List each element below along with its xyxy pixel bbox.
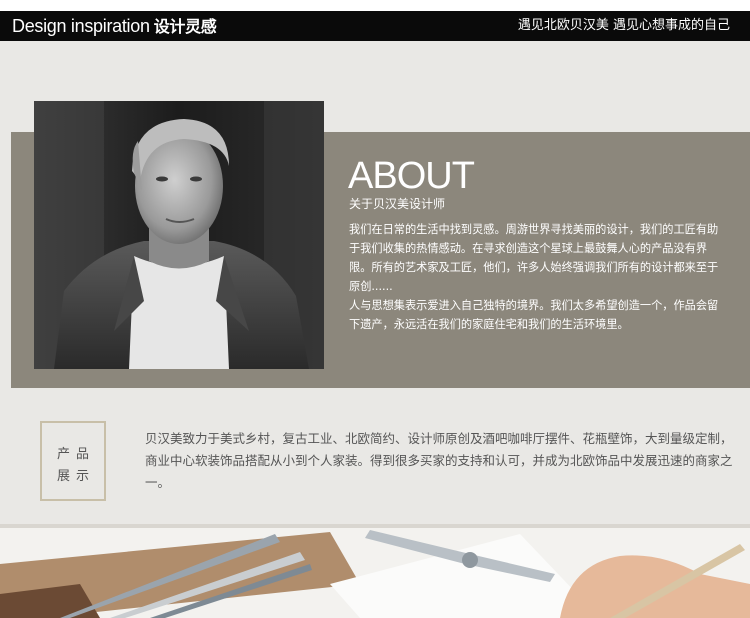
- page: Design inspiration 设计灵感 遇见北欧贝汉美 遇见心想事成的自己: [0, 0, 750, 618]
- header-title-cn: 设计灵感: [153, 17, 217, 36]
- product-label-line-2: 展示: [56, 469, 95, 484]
- header-slogan: 遇见北欧贝汉美 遇见心想事成的自己: [517, 18, 730, 33]
- header-bar: Design inspiration 设计灵感 遇见北欧贝汉美 遇见心想事成的自己: [0, 11, 750, 41]
- header-title-en: Design inspiration: [12, 16, 150, 36]
- about-heading: ABOUT: [348, 155, 475, 197]
- about-subtitle: 关于贝汉美设计师: [349, 197, 446, 211]
- bottom-banner-photo: [0, 524, 750, 618]
- header-title: Design inspiration 设计灵感: [12, 15, 217, 38]
- product-display-label-box: 产品 展示: [40, 421, 106, 501]
- product-label-line-1: 产品: [56, 447, 95, 462]
- product-description: 贝汉美致力于美式乡村，复古工业、北欧简约、设计师原创及酒吧咖啡厅摆件、花瓶壁饰，…: [145, 431, 733, 490]
- about-paragraph-2: 人与思想集表示爱进入自己独特的境界。我们太多希望创造一个，作品会留下遗产，永远活…: [349, 299, 719, 331]
- about-paragraph-1: 我们在日常的生活中找到灵感。周游世界寻找美丽的设计，我们的工匠有助于我们收集的热…: [349, 223, 719, 293]
- designer-portrait: [34, 101, 324, 369]
- about-body: 我们在日常的生活中找到灵感。周游世界寻找美丽的设计，我们的工匠有助于我们收集的热…: [349, 220, 729, 334]
